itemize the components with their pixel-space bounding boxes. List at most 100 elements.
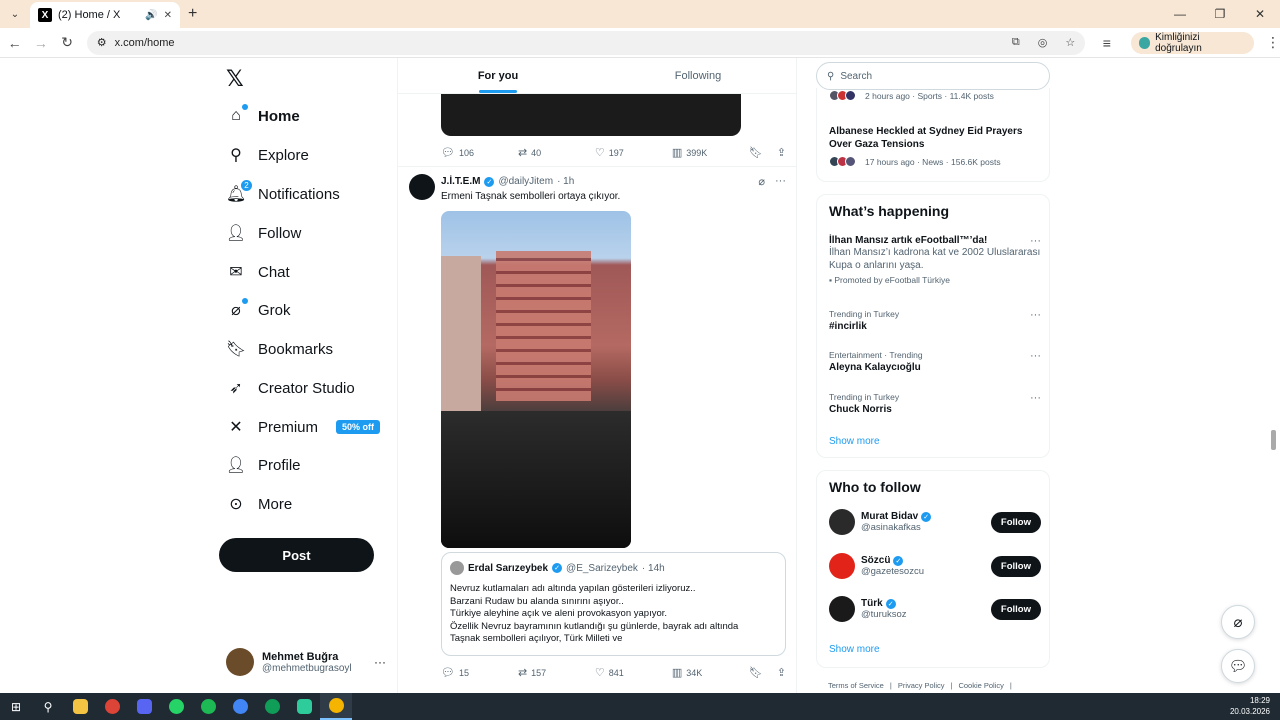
quoted-tweet[interactable]: Erdal Sarızeybek ✓ @E_Sarizeybek · 14h N… <box>441 552 786 656</box>
like-button[interactable]: ♡ 841 <box>595 666 672 679</box>
trend-category: Trending in Turkey <box>829 309 900 319</box>
views-button[interactable]: ▥ 34K <box>672 666 749 679</box>
back-icon[interactable]: ← <box>3 35 26 51</box>
follow-suggestion[interactable]: Sözcü ✓ @gazetesozcu Follow <box>829 553 1041 579</box>
reply-button[interactable]: 💬︎ 15 <box>441 666 518 679</box>
reload-icon[interactable]: ↻ <box>56 34 79 51</box>
more-icon[interactable]: ··· <box>1030 235 1041 247</box>
share-icon[interactable]: ⇪ <box>777 666 786 679</box>
site-info-icon[interactable]: ⚙ <box>97 36 107 49</box>
sidebar-item-profile[interactable]: 👤︎ Profile <box>226 450 301 480</box>
reading-list-icon[interactable]: ≡ <box>1095 35 1118 51</box>
more-icon[interactable]: ··· <box>1030 350 1041 362</box>
verify-identity-button[interactable]: Kimliğinizi doğrulayın <box>1130 31 1254 54</box>
forward-icon[interactable]: → <box>29 35 52 51</box>
video-frame-building <box>496 251 591 401</box>
trend-item[interactable]: Trending in Turkey #incirlik ··· <box>829 309 1041 332</box>
grok-icon[interactable]: ⌀ <box>758 175 765 188</box>
tweet-video[interactable] <box>441 211 631 548</box>
avatar[interactable] <box>409 174 435 200</box>
tweet-author-handle[interactable]: @dailyJitem <box>498 176 553 187</box>
promoted-trend[interactable]: İlhan Mansız artık eFootball™’da! İlhan … <box>829 235 1041 285</box>
speaker-icon[interactable]: 🔊 <box>145 10 157 21</box>
url-field[interactable]: ⚙ x.com/home ⧉ ◎ ☆ <box>86 30 1086 55</box>
bookmark-icon[interactable]: 🔖︎ <box>749 666 763 679</box>
follow-suggestion[interactable]: Türk ✓ @turuksoz Follow <box>829 596 1041 622</box>
messages-fab-button[interactable]: 💬︎ <box>1221 649 1255 683</box>
windows-start-icon[interactable]: ⊞ <box>0 693 32 720</box>
search-input[interactable]: ⚲ Search <box>816 62 1050 90</box>
browser-tab[interactable]: X (2) Home / X 🔊 ✕ <box>30 2 180 28</box>
show-more-link[interactable]: Show more <box>829 644 880 655</box>
file-explorer-icon[interactable] <box>64 693 96 720</box>
follow-button[interactable]: Follow <box>990 511 1041 533</box>
tweet-time[interactable]: · 1h <box>557 176 574 187</box>
system-clock[interactable]: 18:29 20.03.2026 <box>1230 695 1270 717</box>
new-tab-button[interactable]: + <box>188 5 197 23</box>
x-logo-icon[interactable]: 𝕏 <box>226 66 244 92</box>
sidebar-item-explore[interactable]: ⚲ Explore <box>226 140 309 170</box>
minimize-icon[interactable]: — <box>1160 0 1200 28</box>
close-tab-icon[interactable]: ✕ <box>164 10 172 21</box>
sidebar-item-more[interactable]: ⊙ More <box>226 489 292 519</box>
share-icon[interactable]: ⇪ <box>777 146 786 159</box>
more-icon[interactable]: ··· <box>1030 392 1041 404</box>
more-icon[interactable]: ··· <box>374 655 386 669</box>
sidebar-item-home[interactable]: ⌂ Home <box>226 101 300 131</box>
bookmark-icon[interactable]: 🔖︎ <box>749 146 763 159</box>
sidebar-item-chat[interactable]: ✉ Chat <box>226 257 289 287</box>
post-button[interactable]: Post <box>219 538 374 572</box>
tab-following[interactable]: Following <box>598 58 796 93</box>
whats-happening-card: What’s happening İlhan Mansız artık eFoo… <box>816 194 1050 458</box>
sidebar-item-follow[interactable]: 👤︎ Follow <box>226 218 302 248</box>
chrome-icon[interactable] <box>96 693 128 720</box>
more-icon[interactable]: ··· <box>775 175 786 188</box>
like-button[interactable]: ♡ 197 <box>595 146 672 159</box>
close-window-icon[interactable]: ✕ <box>1240 0 1280 28</box>
repost-button[interactable]: ⇄ 40 <box>518 146 595 159</box>
discord-icon[interactable] <box>128 693 160 720</box>
news-item[interactable]: 2 hours ago · Sports · 11.4K posts <box>829 90 994 101</box>
tweet-author-name[interactable]: J.İ.T.E.M <box>441 176 480 187</box>
sidebar-item-premium[interactable]: ✕ Premium 50% off <box>226 412 381 442</box>
tab-search-dropdown-icon[interactable]: ⌄ <box>4 3 26 25</box>
privacy-link[interactable]: Privacy Policy <box>898 681 945 690</box>
sidebar-item-grok[interactable]: ⌀ Grok <box>226 295 291 325</box>
views-button[interactable]: ▥ 399K <box>672 146 749 159</box>
account-switcher[interactable]: Mehmet Buğra @mehmetbugrasoyl ··· <box>226 648 386 676</box>
reply-button[interactable]: 💬︎ 106 <box>441 146 518 159</box>
sidebar-item-bookmarks[interactable]: 🔖︎ Bookmarks <box>226 334 333 364</box>
bookmark-star-icon[interactable]: ☆ <box>1065 36 1075 49</box>
follow-button[interactable]: Follow <box>990 598 1041 620</box>
app-icon[interactable] <box>288 693 320 720</box>
trend-item[interactable]: Trending in Turkey Chuck Norris ··· <box>829 392 1041 415</box>
restore-icon[interactable]: ❐ <box>1200 0 1240 28</box>
eye-off-icon[interactable]: ◎ <box>1038 36 1048 49</box>
repost-button[interactable]: ⇄ 157 <box>518 666 595 679</box>
chrome-icon[interactable] <box>224 693 256 720</box>
tab-for-you[interactable]: For you <box>398 58 598 93</box>
spotify-icon[interactable] <box>192 693 224 720</box>
show-more-link[interactable]: Show more <box>829 436 880 447</box>
follow-suggestion[interactable]: Murat Bidav ✓ @asinakafkas Follow <box>829 509 1041 535</box>
terms-link[interactable]: Terms of Service <box>828 681 884 690</box>
search-icon[interactable]: ⚲ <box>32 693 64 720</box>
install-app-icon[interactable]: ⧉ <box>1012 36 1020 49</box>
grok-fab-button[interactable]: ⌀ <box>1221 605 1255 639</box>
news-title[interactable]: Albanese Heckled at Sydney Eid Prayers O… <box>829 125 1034 151</box>
sidebar-item-notifications[interactable]: 🔔︎ 2 Notifications <box>226 179 340 209</box>
x-logo-icon: ✕ <box>229 419 243 436</box>
chrome-icon[interactable] <box>320 693 352 720</box>
chrome-icon[interactable] <box>256 693 288 720</box>
previous-post-media[interactable] <box>441 94 741 136</box>
follow-button[interactable]: Follow <box>990 555 1041 577</box>
sidebar-item-creator-studio[interactable]: ➶ Creator Studio <box>226 373 354 403</box>
whatsapp-icon[interactable] <box>160 693 192 720</box>
trend-category: Entertainment · Trending <box>829 350 923 360</box>
cookie-link[interactable]: Cookie Policy <box>958 681 1003 690</box>
browser-menu-icon[interactable]: ⋮ <box>1266 34 1280 51</box>
trend-item[interactable]: Entertainment · Trending Aleyna Kalaycıo… <box>829 350 1041 373</box>
repost-icon: ⇄ <box>517 147 528 159</box>
page-scrollbar[interactable] <box>1271 430 1276 450</box>
more-icon[interactable]: ··· <box>1030 309 1041 321</box>
